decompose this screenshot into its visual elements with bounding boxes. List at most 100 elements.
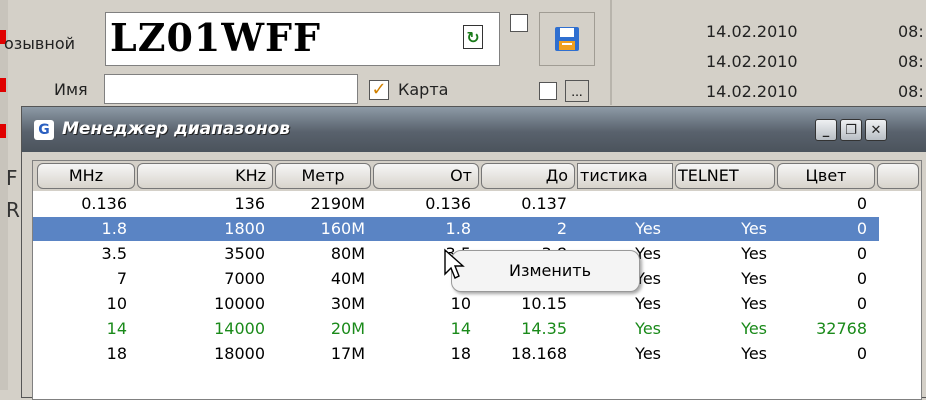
cell-color: 0 — [856, 219, 867, 238]
cell-color: 0 — [856, 344, 867, 363]
table-row[interactable]: 14 14000 20M 14 14.35 Yes Yes 32768 — [33, 317, 879, 341]
side-letter: F — [6, 166, 18, 190]
cell-ot: 10 — [450, 294, 471, 313]
status-marker — [0, 78, 6, 92]
column-header-filler — [877, 163, 919, 189]
cell-mhz: 7 — [116, 269, 127, 288]
cell-mhz: 1.8 — [101, 219, 127, 238]
cell-mhz: 0.136 — [81, 194, 127, 213]
column-header-statistics[interactable]: тистика — [577, 163, 673, 189]
table-row[interactable]: 10 10000 30M 10 10.15 Yes Yes 0 — [33, 292, 879, 316]
name-label: Имя — [54, 80, 88, 99]
browse-button[interactable]: ... — [565, 80, 589, 102]
cell-color: 0 — [856, 294, 867, 313]
minimize-icon: _ — [822, 122, 830, 138]
cell-telnet: Yes — [741, 319, 767, 338]
cell-mhz: 10 — [106, 294, 127, 313]
table-row[interactable]: 0.136 136 2190M 0.136 0.137 0 — [33, 192, 879, 216]
cell-stat: Yes — [635, 344, 661, 363]
cell-stat — [577, 192, 661, 216]
minimize-button[interactable]: _ — [815, 119, 837, 141]
context-menu: Изменить — [451, 250, 640, 292]
cell-metr: 40M — [330, 269, 365, 288]
name-input[interactable] — [104, 74, 358, 104]
cell-stat: Yes — [635, 319, 661, 338]
cell-mhz: 14 — [106, 319, 127, 338]
option-checkbox[interactable] — [539, 82, 557, 100]
cell-khz: 7000 — [224, 269, 265, 288]
window-title: Менеджер диапазонов — [62, 119, 291, 139]
cell-metr: 20M — [330, 319, 365, 338]
cell-mhz: 18 — [106, 344, 127, 363]
cell-telnet: Yes — [741, 344, 767, 363]
cell-khz: 18000 — [214, 344, 265, 363]
cell-do: 0.137 — [521, 194, 567, 213]
cell-metr: 2190M — [310, 194, 365, 213]
cell-telnet: Yes — [741, 269, 767, 288]
cell-metr: 30M — [330, 294, 365, 313]
mouse-cursor-icon — [444, 248, 465, 279]
left-strip — [0, 0, 8, 390]
cell-metr: 160M — [320, 219, 365, 238]
option-checkbox[interactable] — [510, 14, 528, 32]
context-menu-edit[interactable]: Изменить — [509, 261, 591, 280]
column-header-mhz[interactable]: MHz — [37, 163, 135, 189]
cell-khz: 1800 — [224, 219, 265, 238]
cell-khz: 14000 — [214, 319, 265, 338]
column-header-metr[interactable]: Метр — [275, 163, 371, 189]
cell-ot: 0.136 — [425, 194, 471, 213]
table-row[interactable]: 18 18000 17M 18 18.168 Yes Yes 0 — [33, 342, 879, 366]
cell-stat: Yes — [635, 219, 661, 238]
close-button[interactable]: ✕ — [865, 119, 887, 141]
close-icon: ✕ — [870, 122, 882, 138]
maximize-button[interactable]: ❐ — [840, 119, 862, 141]
cell-khz: 136 — [234, 194, 265, 213]
log-time: 08: — [898, 82, 924, 101]
karta-label: Карта — [398, 80, 449, 99]
table-row[interactable]: 1.8 1800 160M 1.8 2 Yes Yes 0 — [33, 217, 879, 241]
cell-color: 32768 — [816, 319, 867, 338]
cell-stat: Yes — [635, 294, 661, 313]
side-letter: R — [6, 198, 20, 222]
callsign-value: LZ01WFF — [110, 15, 321, 60]
callsign-label: озывной — [4, 34, 76, 53]
cell-do: 2 — [556, 219, 567, 238]
cell-do: 18.168 — [511, 344, 567, 363]
table-header: MHz KHz Метр От До тистика TELNET Цвет — [33, 161, 921, 191]
cell-color: 0 — [856, 244, 867, 263]
log-date: 14.02.2010 — [706, 82, 798, 101]
cell-ot: 1.8 — [445, 219, 471, 238]
cell-color: 0 — [856, 194, 867, 213]
log-date: 14.02.2010 — [706, 22, 798, 41]
cell-telnet: Yes — [741, 219, 767, 238]
cell-ot: 14 — [450, 319, 471, 338]
column-header-telnet[interactable]: TELNET — [675, 163, 775, 189]
cell-metr: 80M — [330, 244, 365, 263]
cell-khz: 10000 — [214, 294, 265, 313]
separator — [610, 0, 612, 105]
band-manager-window: G Менеджер диапазонов _ ❐ ✕ MHz KHz Метр… — [22, 107, 926, 400]
log-date: 14.02.2010 — [706, 52, 798, 71]
cell-telnet — [675, 192, 767, 216]
cell-mhz: 3.5 — [101, 244, 127, 263]
cell-khz: 3500 — [224, 244, 265, 263]
refresh-icon[interactable]: ↻ — [463, 25, 483, 49]
floppy-save-icon — [555, 27, 579, 51]
cell-do: 10.15 — [521, 294, 567, 313]
save-button[interactable] — [539, 12, 595, 66]
cell-do: 14.35 — [521, 319, 567, 338]
callsign-input[interactable]: LZ01WFF ↻ — [105, 12, 500, 66]
karta-checkbox[interactable]: ✓ — [369, 80, 389, 100]
cell-color: 0 — [856, 269, 867, 288]
column-header-do[interactable]: До — [481, 163, 575, 189]
column-header-khz[interactable]: KHz — [137, 163, 273, 189]
column-header-color[interactable]: Цвет — [777, 163, 875, 189]
cell-ot: 18 — [450, 344, 471, 363]
log-time: 08: — [898, 22, 924, 41]
cell-metr: 17M — [330, 344, 365, 363]
column-header-ot[interactable]: От — [373, 163, 479, 189]
title-bar[interactable]: G Менеджер диапазонов _ ❐ ✕ — [22, 107, 926, 152]
status-marker — [0, 124, 6, 138]
app-icon: G — [34, 120, 54, 140]
restore-icon: ❐ — [845, 122, 857, 138]
